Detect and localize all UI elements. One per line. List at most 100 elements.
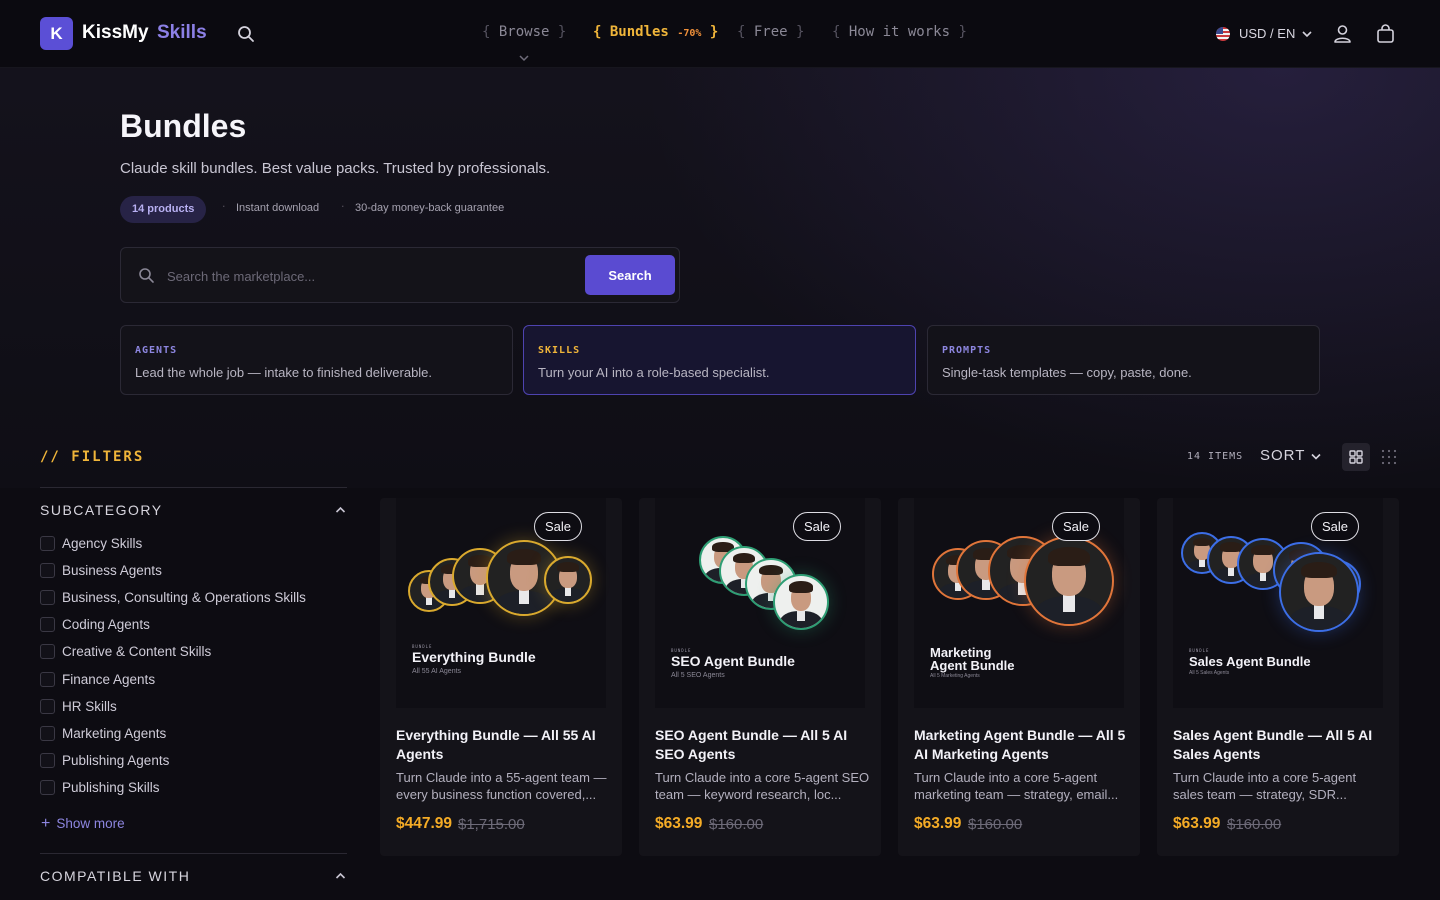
product-image[interactable]: Sale Marketing Agent Bundle All 5 Marketin… [914, 498, 1124, 708]
product-card[interactable]: Sale BUNDLE SEO Agent Bundle All 5 SEO Agen… [639, 498, 881, 856]
logo-sub[interactable]: Skills [157, 22, 207, 44]
subcategory-filter-label: Publishing Skills [62, 780, 160, 796]
product-price: $63.99 [914, 815, 962, 832]
checkbox[interactable] [40, 562, 55, 578]
subcategory-filter-label: Finance Agents [62, 671, 156, 687]
grid-view-icon [1349, 450, 1363, 464]
product-description: Turn Claude into a core 5-agent sales te… [1173, 770, 1357, 802]
product-image[interactable]: Sale BUNDLE SEO Agent Bundle All 5 SEO Agen… [655, 498, 865, 708]
subcategory-filter-label: HR Skills [62, 698, 117, 714]
page-title: Bundles [120, 108, 247, 144]
avatar [1279, 552, 1359, 632]
subcategory-filter-item[interactable]: Finance Agents [40, 670, 155, 688]
chevron-up-icon[interactable] [335, 506, 346, 514]
subcategory-filter-item[interactable]: Publishing Skills [40, 779, 160, 797]
product-title[interactable]: SEO Agent Bundle — All 5 AI SEO Agents [655, 726, 871, 764]
subcategory-filter-item[interactable]: Business Agents [40, 561, 162, 579]
subcategory-filter-label: Creative & Content Skills [62, 644, 212, 660]
subcategory-filter-item[interactable]: Coding Agents [40, 616, 150, 634]
checkbox[interactable] [40, 644, 55, 660]
product-card[interactable]: Sale BUNDLE Sales Agent Bundle All 5 Sales … [1157, 498, 1399, 856]
subcategory-filter-label: Coding Agents [62, 617, 150, 633]
checkbox[interactable] [40, 617, 55, 633]
nav-browse-label: Browse [498, 24, 550, 40]
subcategory-filter-item[interactable]: Agency Skills [40, 534, 142, 552]
search-icon[interactable] [236, 24, 256, 44]
avatar [1024, 536, 1114, 626]
items-count: 14 ITEMS [1187, 451, 1244, 462]
product-price: $63.99 [1173, 815, 1221, 832]
product-original-price: $160.00 [709, 816, 764, 833]
nav-browse[interactable]: { Browse } [482, 24, 566, 40]
nav-free[interactable]: { Free } [737, 24, 804, 40]
image-subtitle: All 5 SEO Agents [671, 672, 725, 679]
nav-bundles[interactable]: { Bundles -70% } [593, 24, 718, 40]
type-card-skills[interactable]: SKILLS Turn your AI into a role-based sp… [523, 325, 916, 395]
checkbox[interactable] [40, 671, 55, 687]
subcategory-filter-item[interactable]: Business, Consulting & Operations Skills [40, 588, 306, 606]
sort-button[interactable]: SORT [1260, 447, 1305, 464]
checkbox[interactable] [40, 780, 55, 796]
image-subtitle: All 5 Sales Agents [1189, 670, 1230, 676]
subcategory-heading[interactable]: SUBCATEGORY [40, 502, 163, 518]
sale-badge: Sale [533, 512, 582, 541]
user-icon[interactable] [1333, 24, 1352, 44]
search-button[interactable]: Search [585, 255, 675, 295]
chevron-down-icon[interactable] [1302, 30, 1312, 38]
filters-divider [40, 487, 347, 488]
checkbox[interactable] [40, 725, 55, 741]
product-title[interactable]: Everything Bundle — All 55 AI Agents [396, 726, 612, 764]
product-count-badge: 14 products [120, 196, 207, 223]
compatible-heading[interactable]: COMPATIBLE WITH [40, 868, 190, 884]
logo-name[interactable]: KissMy [82, 22, 149, 44]
locale-selector[interactable]: USD / EN [1239, 26, 1295, 41]
product-image[interactable]: Sale BUNDLE Everything Bundle All 55 AI Age… [396, 498, 606, 708]
type-card-label: PROMPTS [942, 345, 992, 356]
search-input[interactable] [167, 262, 577, 290]
shopping-bag-icon[interactable] [1376, 24, 1395, 44]
product-card[interactable]: Sale BUNDLE Everything Bundle All 55 AI Age… [380, 498, 622, 856]
checkbox[interactable] [40, 535, 55, 551]
grid-view-button[interactable] [1342, 443, 1370, 471]
chevron-down-icon[interactable] [1311, 453, 1321, 460]
logo-mark[interactable]: K [40, 17, 73, 50]
subcategory-filter-label: Business Agents [62, 562, 162, 578]
product-card[interactable]: Sale Marketing Agent Bundle All 5 Marketin… [898, 498, 1140, 856]
subcategory-filter-label: Business, Consulting & Operations Skills [62, 589, 306, 605]
product-image[interactable]: Sale BUNDLE Sales Agent Bundle All 5 Sales … [1173, 498, 1383, 708]
checkbox[interactable] [40, 589, 55, 605]
product-title[interactable]: Marketing Agent Bundle — All 5 AI Market… [914, 726, 1130, 764]
product-price: $63.99 [655, 815, 703, 832]
page-subtitle: Claude skill bundles. Best value packs. … [120, 160, 551, 177]
product-original-price: $160.00 [968, 816, 1023, 833]
type-card-prompts[interactable]: PROMPTS Single-task templates — copy, pa… [927, 325, 1320, 395]
nav-bundles-label: Bundles [609, 24, 669, 40]
nav-how-it-works[interactable]: { How it works } [832, 24, 967, 40]
product-description: Turn Claude into a core 5-agent SEO team… [655, 770, 870, 802]
type-card-agents[interactable]: AGENTS Lead the whole job — intake to fi… [120, 325, 513, 395]
product-title[interactable]: Sales Agent Bundle — All 5 AI Sales Agen… [1173, 726, 1389, 764]
meta-guarantee: 30-day money-back guarantee [355, 202, 505, 214]
product-description: Turn Claude into a 55-agent team — every… [396, 770, 607, 802]
product-original-price: $160.00 [1227, 816, 1282, 833]
subcategory-filter-item[interactable]: Marketing Agents [40, 724, 166, 742]
image-subtitle: All 5 Marketing Agents [930, 673, 980, 679]
dense-grid-icon[interactable] [1380, 448, 1398, 466]
meta-separator: · [341, 200, 345, 213]
sale-badge: Sale [792, 512, 841, 541]
chevron-up-icon[interactable] [335, 872, 346, 880]
product-description: Turn Claude into a core 5-agent marketin… [914, 770, 1119, 802]
plus-icon: + [41, 815, 51, 832]
nav-bundles-badge: -70% [677, 28, 702, 39]
checkbox[interactable] [40, 753, 55, 769]
subcategory-filter-item[interactable]: Publishing Agents [40, 752, 169, 770]
subcategory-filter-item[interactable]: HR Skills [40, 697, 117, 715]
nav-how-label: How it works [848, 24, 951, 40]
show-more-link[interactable]: + Show more [41, 815, 125, 833]
checkbox[interactable] [40, 698, 55, 714]
chevron-down-icon[interactable] [518, 54, 530, 62]
subcategory-filter-item[interactable]: Creative & Content Skills [40, 643, 211, 661]
product-price: $447.99 [396, 815, 453, 832]
filters-heading: // FILTERS [40, 449, 145, 465]
image-kicker: BUNDLE [1189, 648, 1210, 653]
